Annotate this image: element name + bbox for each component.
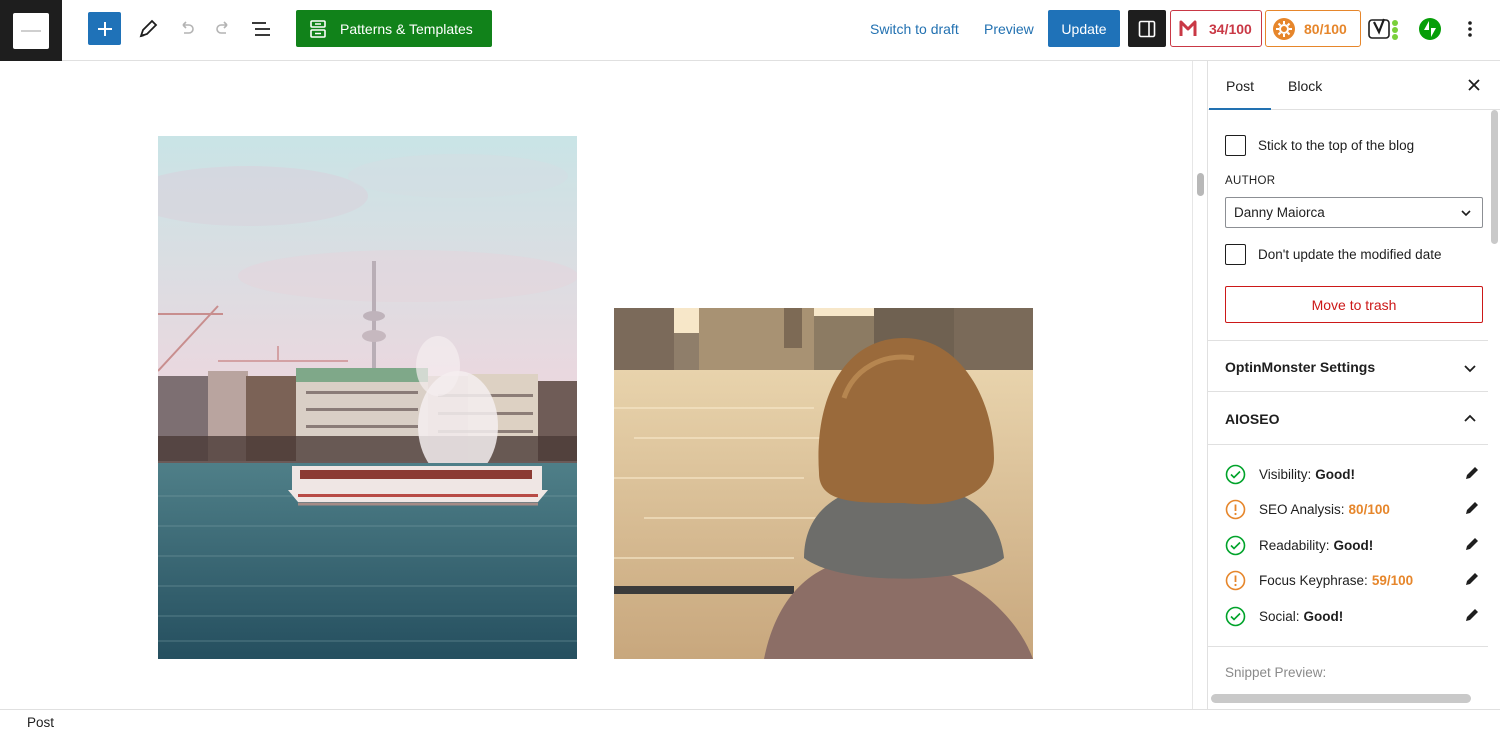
chevron-down-icon[interactable] — [1460, 358, 1480, 378]
block-inserter-button[interactable] — [88, 12, 121, 45]
update-button[interactable]: Update — [1048, 10, 1120, 47]
sidebar-toggle-icon — [1138, 20, 1156, 37]
editor-canvas[interactable] — [0, 61, 1192, 709]
editor-scrollbar[interactable] — [1192, 61, 1207, 709]
city-waterfront-photo[interactable] — [158, 136, 577, 659]
redo-icon — [216, 21, 228, 34]
plus-icon — [97, 21, 112, 36]
settings-sidebar-toggle[interactable] — [1128, 10, 1166, 47]
tools-button[interactable] — [134, 12, 162, 46]
sidebar-tabs: Post Block — [1208, 61, 1500, 110]
jetpack-button[interactable] — [1416, 12, 1444, 46]
content-score-button[interactable]: 34/100 — [1170, 10, 1262, 47]
author-select[interactable]: Danny Maiorca — [1225, 197, 1483, 228]
aioseo-panel-title[interactable]: AIOSEO — [1225, 411, 1279, 427]
aioseo-row-value: Good! — [1303, 608, 1344, 624]
edit-pencil-icon[interactable] — [1463, 570, 1481, 588]
move-to-trash-button[interactable]: Move to trash — [1225, 286, 1483, 323]
chevron-down-icon — [1461, 210, 1471, 217]
modified-date-option[interactable]: Don't update the modified date — [1225, 244, 1441, 265]
yoast-button[interactable] — [1368, 12, 1402, 46]
edit-pencil-icon[interactable] — [1463, 464, 1481, 482]
modified-date-checkbox[interactable] — [1225, 244, 1246, 265]
close-sidebar-button[interactable] — [1462, 73, 1486, 97]
content-score-value: 34/100 — [1209, 20, 1252, 37]
edit-pencil-icon[interactable] — [1463, 535, 1481, 553]
check-circle-icon — [1225, 535, 1246, 555]
list-view-button[interactable] — [247, 12, 275, 46]
aioseo-seo-analysis-row[interactable]: SEO Analysis: 80/100 — [1225, 497, 1481, 521]
divider — [1208, 646, 1488, 647]
edit-pencil-icon[interactable] — [1463, 606, 1481, 624]
edit-pencil-icon[interactable] — [1463, 499, 1481, 517]
list-view-icon — [252, 22, 270, 36]
aioseo-row-label: Readability: — [1259, 537, 1330, 553]
aioseo-visibility-row[interactable]: Visibility: Good! — [1225, 462, 1481, 486]
patterns-templates-button[interactable]: Patterns & Templates — [296, 10, 492, 47]
sticky-label: Stick to the top of the blog — [1258, 138, 1415, 153]
editor-header: Patterns & Templates Switch to draft Pre… — [0, 0, 1500, 61]
undo-button[interactable] — [172, 12, 200, 46]
site-icon[interactable] — [0, 0, 62, 61]
aioseo-score-value: 80/100 — [1304, 20, 1347, 37]
patterns-templates-label: Patterns & Templates — [340, 20, 473, 37]
patterns-icon — [310, 19, 326, 38]
aioseo-readability-row[interactable]: Readability: Good! — [1225, 533, 1481, 557]
warning-circle-icon — [1225, 570, 1246, 590]
author-label: AUTHOR — [1225, 175, 1276, 187]
aioseo-row-label: Visibility: — [1259, 466, 1312, 482]
close-icon — [1468, 79, 1480, 91]
author-value: Danny Maiorca — [1234, 205, 1325, 220]
aioseo-row-label: SEO Analysis: — [1259, 501, 1345, 517]
aioseo-row-label: Social: — [1259, 608, 1300, 624]
options-menu-button[interactable] — [1458, 12, 1482, 46]
breadcrumb[interactable]: Post — [27, 715, 54, 730]
sidebar-horizontal-scrollbar[interactable] — [1211, 694, 1471, 703]
aioseo-row-label: Focus Keyphrase: — [1259, 572, 1368, 588]
sticky-checkbox[interactable] — [1225, 135, 1246, 156]
girl-at-lake-photo[interactable] — [614, 308, 1033, 659]
aioseo-row-value: Good! — [1333, 537, 1374, 553]
more-options-icon — [1468, 21, 1472, 37]
warning-circle-icon — [1225, 499, 1246, 519]
divider — [1208, 391, 1488, 392]
aioseo-row-value: 80/100 — [1348, 501, 1390, 517]
sidebar-scrollbar-thumb[interactable] — [1491, 110, 1498, 244]
divider — [1208, 444, 1488, 445]
snippet-preview-label: Snippet Preview: — [1225, 665, 1327, 680]
check-circle-icon — [1225, 464, 1246, 484]
aioseo-focus-keyphrase-row[interactable]: Focus Keyphrase: 59/100 — [1225, 568, 1481, 592]
aioseo-social-row[interactable]: Social: Good! — [1225, 604, 1481, 628]
yoast-icon — [1368, 18, 1398, 40]
optinmonster-panel-title[interactable]: OptinMonster Settings — [1225, 359, 1375, 375]
tab-post[interactable]: Post — [1208, 78, 1272, 110]
editor-footer: Post — [0, 709, 1500, 734]
editor-scrollbar-thumb[interactable] — [1197, 173, 1204, 196]
score-flag-icon — [1179, 20, 1197, 36]
chevron-up-icon[interactable] — [1460, 409, 1480, 429]
aioseo-row-value: 59/100 — [1371, 572, 1414, 588]
divider — [1208, 340, 1488, 341]
aioseo-icon — [1273, 17, 1295, 40]
preview-link[interactable]: Preview — [984, 21, 1034, 37]
aioseo-score-button[interactable]: 80/100 — [1265, 10, 1361, 47]
switch-to-draft-link[interactable]: Switch to draft — [870, 21, 959, 37]
sticky-option[interactable]: Stick to the top of the blog — [1225, 135, 1414, 156]
settings-sidebar: Post Block Stick to the top of the blog … — [1207, 61, 1500, 709]
check-circle-icon — [1225, 606, 1246, 626]
jetpack-bolt-icon — [1419, 18, 1441, 40]
aioseo-row-value: Good! — [1315, 466, 1356, 482]
modified-date-label: Don't update the modified date — [1258, 247, 1442, 262]
sidebar-scrollbar[interactable] — [1488, 110, 1500, 709]
redo-button[interactable] — [210, 12, 238, 46]
pencil-tool-icon — [139, 19, 158, 38]
undo-icon — [182, 21, 194, 34]
tab-block[interactable]: Block — [1288, 78, 1322, 94]
